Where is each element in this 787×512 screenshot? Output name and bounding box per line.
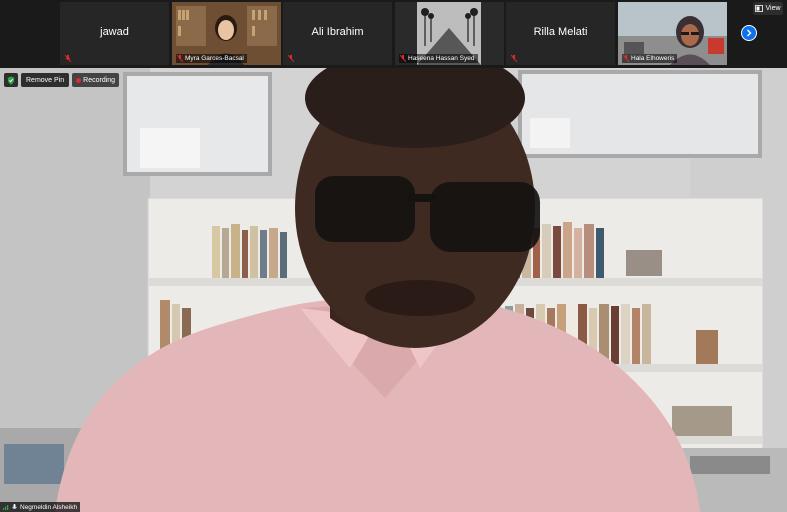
remove-pin-button[interactable]: Remove Pin (21, 73, 70, 87)
mic-muted-icon (623, 55, 629, 62)
participant-caption: Myra Garces-Bacsal (176, 54, 247, 63)
participant-tile-ali-ibrahim[interactable]: Ali Ibrahim (283, 2, 392, 65)
mic-muted-icon (511, 55, 517, 62)
view-icon (755, 5, 764, 12)
signal-icon (3, 505, 9, 510)
speaker-video-frame (0, 68, 787, 512)
active-speaker-video (0, 68, 787, 512)
participant-name: Hala Elhoweris (631, 55, 675, 62)
participant-tile-hala[interactable]: Hala Elhoweris (618, 2, 727, 65)
view-button[interactable]: View (753, 2, 783, 15)
participant-tile-myra[interactable]: Myra Garces-Bacsal (172, 2, 281, 65)
recording-label: Recording (83, 76, 116, 84)
next-page-button[interactable] (741, 25, 757, 41)
participant-caption (64, 54, 74, 63)
shield-icon (7, 76, 15, 85)
participant-name: Haseena Hassan Syed (408, 55, 475, 62)
participant-caption (510, 54, 520, 63)
participant-caption (287, 54, 297, 63)
mic-muted-icon (400, 55, 406, 62)
remove-pin-label: Remove Pin (26, 76, 65, 84)
view-label: View (765, 5, 781, 12)
next-page-icon (747, 29, 752, 37)
participant-caption: Haseena Hassan Syed (399, 54, 478, 63)
meeting-status-row: Remove Pin Recording (4, 73, 120, 87)
zoom-meeting-window: jawad Myra Garces-Bacsal Ali Ibrahim Has… (0, 0, 787, 512)
participant-caption: Hala Elhoweris (622, 54, 678, 63)
mic-icon (12, 503, 17, 509)
participant-tile-jawad[interactable]: jawad (60, 2, 169, 65)
participant-tile-haseena[interactable]: Haseena Hassan Syed (395, 2, 504, 65)
mic-muted-icon (177, 55, 183, 62)
participant-tile-rilla-melati[interactable]: Rilla Melati (506, 2, 615, 65)
security-badge[interactable] (4, 73, 18, 87)
speaker-name: Negmeldin Alsheikh (20, 503, 78, 511)
participant-name: Ali Ibrahim (311, 26, 364, 38)
participant-name: Myra Garces-Bacsal (185, 55, 244, 62)
mic-muted-icon (288, 55, 294, 62)
mic-muted-icon (65, 55, 71, 62)
participant-strip: jawad Myra Garces-Bacsal Ali Ibrahim Has… (0, 0, 787, 68)
participant-name: Rilla Melati (533, 26, 588, 38)
recording-indicator[interactable]: Recording (72, 73, 120, 87)
recording-dot-icon (76, 77, 82, 83)
participant-name: jawad (100, 26, 129, 38)
active-speaker-label: Negmeldin Alsheikh (0, 502, 81, 512)
